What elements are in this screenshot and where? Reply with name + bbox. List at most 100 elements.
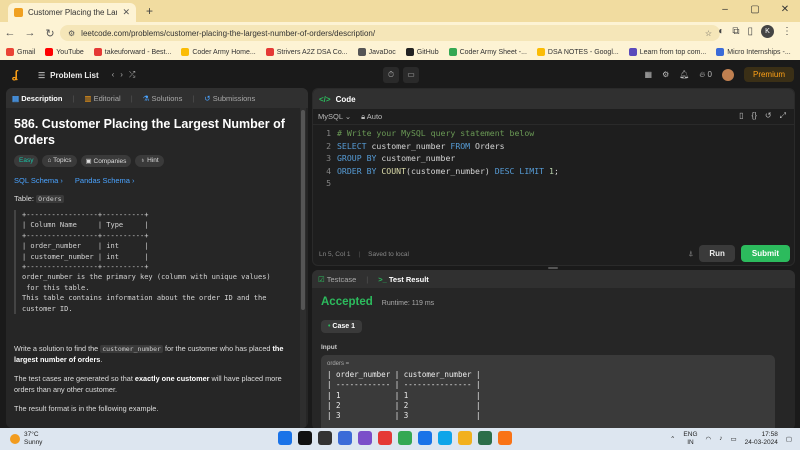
bookmark-icon[interactable]: ▯ [739, 111, 743, 121]
bookmark-item[interactable]: GitHub [405, 48, 439, 56]
reload-icon[interactable]: ↻ [40, 27, 60, 40]
code-editor[interactable]: 1 # Write your MySQL query statement belo… [313, 127, 794, 190]
bookmark-label: DSA NOTES - Googl... [547, 48, 619, 56]
taskbar-app-icon[interactable] [498, 431, 512, 445]
url-field[interactable]: ⚙ leetcode.com/problems/customer-placing… [60, 25, 720, 41]
taskbar-app-icon[interactable] [318, 431, 332, 445]
tab-testcase[interactable]: ☑ Testcase [318, 275, 356, 284]
tab-submissions[interactable]: ↺ Submissions [204, 94, 255, 103]
back-icon[interactable]: ← [0, 27, 20, 39]
taskbar-app-icon[interactable] [358, 431, 372, 445]
hint-chip[interactable]: ♁ Hint [135, 155, 164, 167]
bookmark-item[interactable]: DSA NOTES - Googl... [536, 48, 619, 56]
browser-tab[interactable]: Customer Placing the Largest N ✕ [8, 3, 136, 22]
chrome-menu-icon[interactable]: ⋮ [782, 26, 792, 37]
taskbar-app-icon[interactable] [458, 431, 472, 445]
maximize-icon[interactable]: ▢ [740, 0, 770, 22]
minimize-icon[interactable]: – [710, 0, 740, 22]
language-indicator[interactable]: ENG IN [683, 431, 697, 446]
problem-list-link[interactable]: Problem List [50, 71, 98, 80]
bookmark-label: Micro Internships -... [727, 48, 791, 56]
auto-mode[interactable]: 🔒︎ Auto [361, 112, 382, 122]
bookmark-item[interactable]: Learn from top com... [628, 48, 706, 56]
volume-icon[interactable]: ♪ [719, 435, 722, 442]
topics-chip[interactable]: ⌂ Topics [42, 155, 77, 167]
tab-test-result[interactable]: >_ Test Result [378, 275, 429, 284]
shuffle-icon[interactable]: ⤮ [129, 70, 141, 79]
profile-avatar[interactable]: K [761, 25, 774, 38]
settings-icon[interactable]: ⚙ [662, 70, 669, 79]
solutions-icon: ⚗ [142, 93, 150, 103]
premium-button[interactable]: Premium [743, 67, 794, 82]
case-1-button[interactable]: • Case 1 [321, 320, 362, 333]
bookmark-star-icon[interactable]: ☆ [705, 29, 712, 38]
taskbar-app-icon[interactable] [378, 431, 392, 445]
bookmark-label: GitHub [416, 48, 439, 56]
user-avatar[interactable] [721, 68, 734, 81]
close-window-icon[interactable]: ✕ [770, 0, 800, 22]
notifications-icon[interactable]: ▢ [786, 435, 792, 443]
run-button[interactable]: Run [699, 245, 735, 262]
braces-icon[interactable]: {} [752, 111, 757, 121]
taskbar-app-icon[interactable] [438, 431, 452, 445]
site-info-icon[interactable]: ⚙ [68, 29, 75, 38]
clock[interactable]: 17:58 24-03-2024 [745, 431, 778, 446]
code-panel-header: </> Code [313, 89, 794, 109]
new-tab-icon[interactable]: + [146, 4, 153, 18]
code-line: 2 SELECT customer_number FROM Orders [326, 140, 505, 151]
input-label: Input [321, 344, 337, 351]
side-panel-icon[interactable]: ▯ [747, 26, 753, 37]
next-problem-icon[interactable]: › [120, 70, 129, 79]
extensions-puzzle-icon[interactable]: ⧉ [732, 26, 739, 37]
bookmark-favicon-icon [405, 48, 414, 56]
lock-icon: 🔒︎ [361, 111, 366, 121]
tray-chevron-icon[interactable]: ⌃ [670, 435, 675, 443]
extension-icon[interactable]: ◐ [718, 26, 724, 37]
bookmark-item[interactable]: Micro Internships -... [716, 48, 791, 56]
tab-editorial[interactable]: ▥ Editorial [84, 94, 120, 103]
battery-icon[interactable]: ▭ [730, 435, 736, 443]
sql-schema-link[interactable]: SQL Schema › [14, 176, 63, 185]
panel-resize-handle[interactable] [548, 267, 558, 269]
notification-icon[interactable]: 🔔︎ [679, 70, 689, 79]
weather-widget[interactable]: 37°C Sunny [10, 431, 42, 446]
bookmark-item[interactable]: JavaDoc [357, 48, 396, 56]
taskbar-app-icon[interactable] [278, 431, 292, 445]
companies-chip[interactable]: ▣ Companies [80, 155, 132, 167]
reset-icon[interactable]: ↺ [765, 111, 772, 121]
bookmark-item[interactable]: Coder Army Sheet -... [448, 48, 527, 56]
sun-icon [10, 433, 20, 444]
console-icon[interactable]: ⍋ [689, 249, 694, 259]
problem-title: 586. Customer Placing the Largest Number… [14, 117, 285, 147]
bookmark-item[interactable]: Gmail [6, 48, 35, 56]
taskbar-app-icon[interactable] [418, 431, 432, 445]
forward-icon[interactable]: → [20, 27, 40, 39]
streak-counter[interactable]: 🔥︎ 0 [699, 70, 712, 80]
problem-statement: Write a solution to find the customer_nu… [14, 344, 284, 364]
bookmark-label: JavaDoc [368, 48, 396, 56]
fullscreen-icon[interactable]: ⤢ [780, 111, 786, 121]
taskbar-app-icon[interactable] [338, 431, 352, 445]
prev-problem-icon[interactable]: ‹ [112, 70, 121, 79]
language-select[interactable]: MySQL ⌄ [318, 112, 351, 121]
bookmark-item[interactable]: YouTube [45, 48, 84, 56]
taskbar-app-icon[interactable] [478, 431, 492, 445]
taskbar-app-icon[interactable] [398, 431, 412, 445]
wifi-icon[interactable]: ◠ [706, 435, 712, 443]
tab-description[interactable]: ▤ Description [12, 94, 62, 103]
taskbar-app-icon[interactable] [298, 431, 312, 445]
tab-solutions[interactable]: ⚗ Solutions [143, 94, 183, 103]
leetcode-logo-icon[interactable]: ʆ [12, 69, 24, 81]
bookmark-item[interactable]: Strivers A2Z DSA Co... [265, 48, 348, 56]
terminal-icon: >_ [378, 274, 387, 284]
notes-icon[interactable]: ▭ [403, 67, 419, 83]
bookmark-item[interactable]: Coder Army Home... [181, 48, 256, 56]
save-status: Saved to local [368, 250, 409, 258]
timer-icon[interactable]: ⏱ [383, 67, 399, 83]
bookmark-item[interactable]: takeuforward - Best... [93, 48, 171, 56]
close-tab-icon[interactable]: ✕ [122, 7, 130, 18]
layout-icon[interactable]: ▦ [645, 70, 653, 79]
description-scroll-thumb[interactable] [301, 110, 305, 310]
submit-button[interactable]: Submit [740, 245, 790, 262]
pandas-schema-link[interactable]: Pandas Schema › [75, 176, 135, 185]
